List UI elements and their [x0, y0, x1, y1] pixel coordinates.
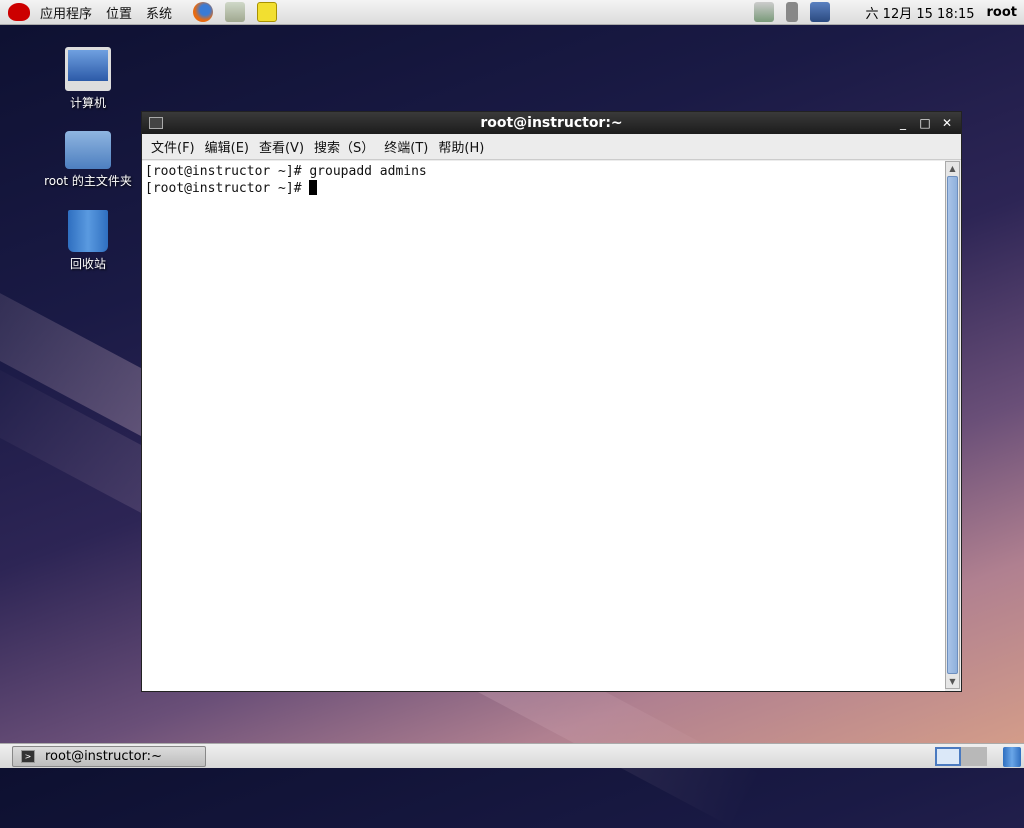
scroll-up-arrow-icon[interactable]: ▲ [946, 162, 959, 175]
text-cursor [309, 180, 318, 195]
menu-places[interactable]: 位置 [99, 3, 139, 22]
desktop-icon-computer[interactable]: 计算机 [38, 47, 138, 111]
terminal-output[interactable]: [root@instructor ~]# groupadd admins [roo… [142, 161, 945, 691]
home-folder-icon [65, 131, 111, 169]
menu-view[interactable]: 查看(V) [254, 137, 309, 156]
workspace-1[interactable] [935, 747, 961, 766]
terminal-window: root@instructor:~ _ □ ✕ 文件(F) 编辑(E) 查看(V… [141, 111, 962, 692]
taskbar-item-label: root@instructor:~ [45, 749, 162, 764]
terminal-menubar: 文件(F) 编辑(E) 查看(V) 搜索（S） 终端(T) 帮助(H) [142, 134, 961, 160]
trash-applet-icon[interactable] [1003, 747, 1021, 767]
scroll-down-arrow-icon[interactable]: ▼ [946, 675, 959, 688]
taskbar-item-terminal[interactable]: > root@instructor:~ [12, 746, 206, 767]
redhat-logo-icon[interactable] [8, 3, 30, 21]
bottom-panel: > root@instructor:~ [0, 743, 1024, 768]
menu-terminal[interactable]: 终端(T) [379, 137, 433, 156]
scrollbar-thumb[interactable] [947, 176, 958, 674]
menu-applications[interactable]: 应用程序 [33, 3, 99, 22]
menu-help[interactable]: 帮助(H) [433, 137, 489, 156]
desktop-icon-label: root 的主文件夹 [44, 174, 132, 188]
close-button[interactable]: ✕ [939, 115, 955, 131]
terminal-icon: > [21, 750, 35, 763]
terminal-prompt: [root@instructor ~]# [145, 181, 310, 196]
minimize-button[interactable]: _ [895, 115, 911, 131]
notes-editor-icon[interactable] [257, 2, 278, 22]
maximize-button[interactable]: □ [917, 115, 933, 131]
computer-icon [65, 47, 111, 91]
clock[interactable]: 六 12月 15 18:15 [866, 3, 975, 22]
desktop-icon-label: 回收站 [69, 257, 106, 271]
firefox-icon[interactable] [193, 2, 214, 22]
desktop-icon-trash[interactable]: 回收站 [38, 210, 138, 272]
menu-file[interactable]: 文件(F) [146, 137, 200, 156]
menu-edit[interactable]: 编辑(E) [200, 137, 254, 156]
mail-icon[interactable] [225, 2, 246, 22]
network-connection-icon[interactable] [809, 2, 830, 22]
terminal-line: [root@instructor ~]# groupadd admins [145, 164, 427, 179]
desktop-icon-label: 计算机 [69, 96, 106, 110]
menu-search[interactable]: 搜索（S） [309, 137, 379, 156]
menu-system[interactable]: 系统 [139, 3, 179, 22]
volume-icon[interactable] [785, 2, 798, 22]
network-keyboard-icon[interactable] [753, 2, 774, 22]
top-panel: 应用程序 位置 系统 六 12月 15 18:15 root [0, 0, 1024, 25]
window-titlebar[interactable]: root@instructor:~ _ □ ✕ [142, 112, 961, 134]
user-menu[interactable]: root [987, 5, 1018, 20]
desktop-icon-home[interactable]: root 的主文件夹 [38, 131, 138, 189]
vertical-scrollbar[interactable]: ▲ ▼ [945, 161, 960, 689]
trash-icon [68, 210, 108, 252]
workspace-2[interactable] [961, 747, 987, 766]
window-title: root@instructor:~ [480, 115, 623, 131]
